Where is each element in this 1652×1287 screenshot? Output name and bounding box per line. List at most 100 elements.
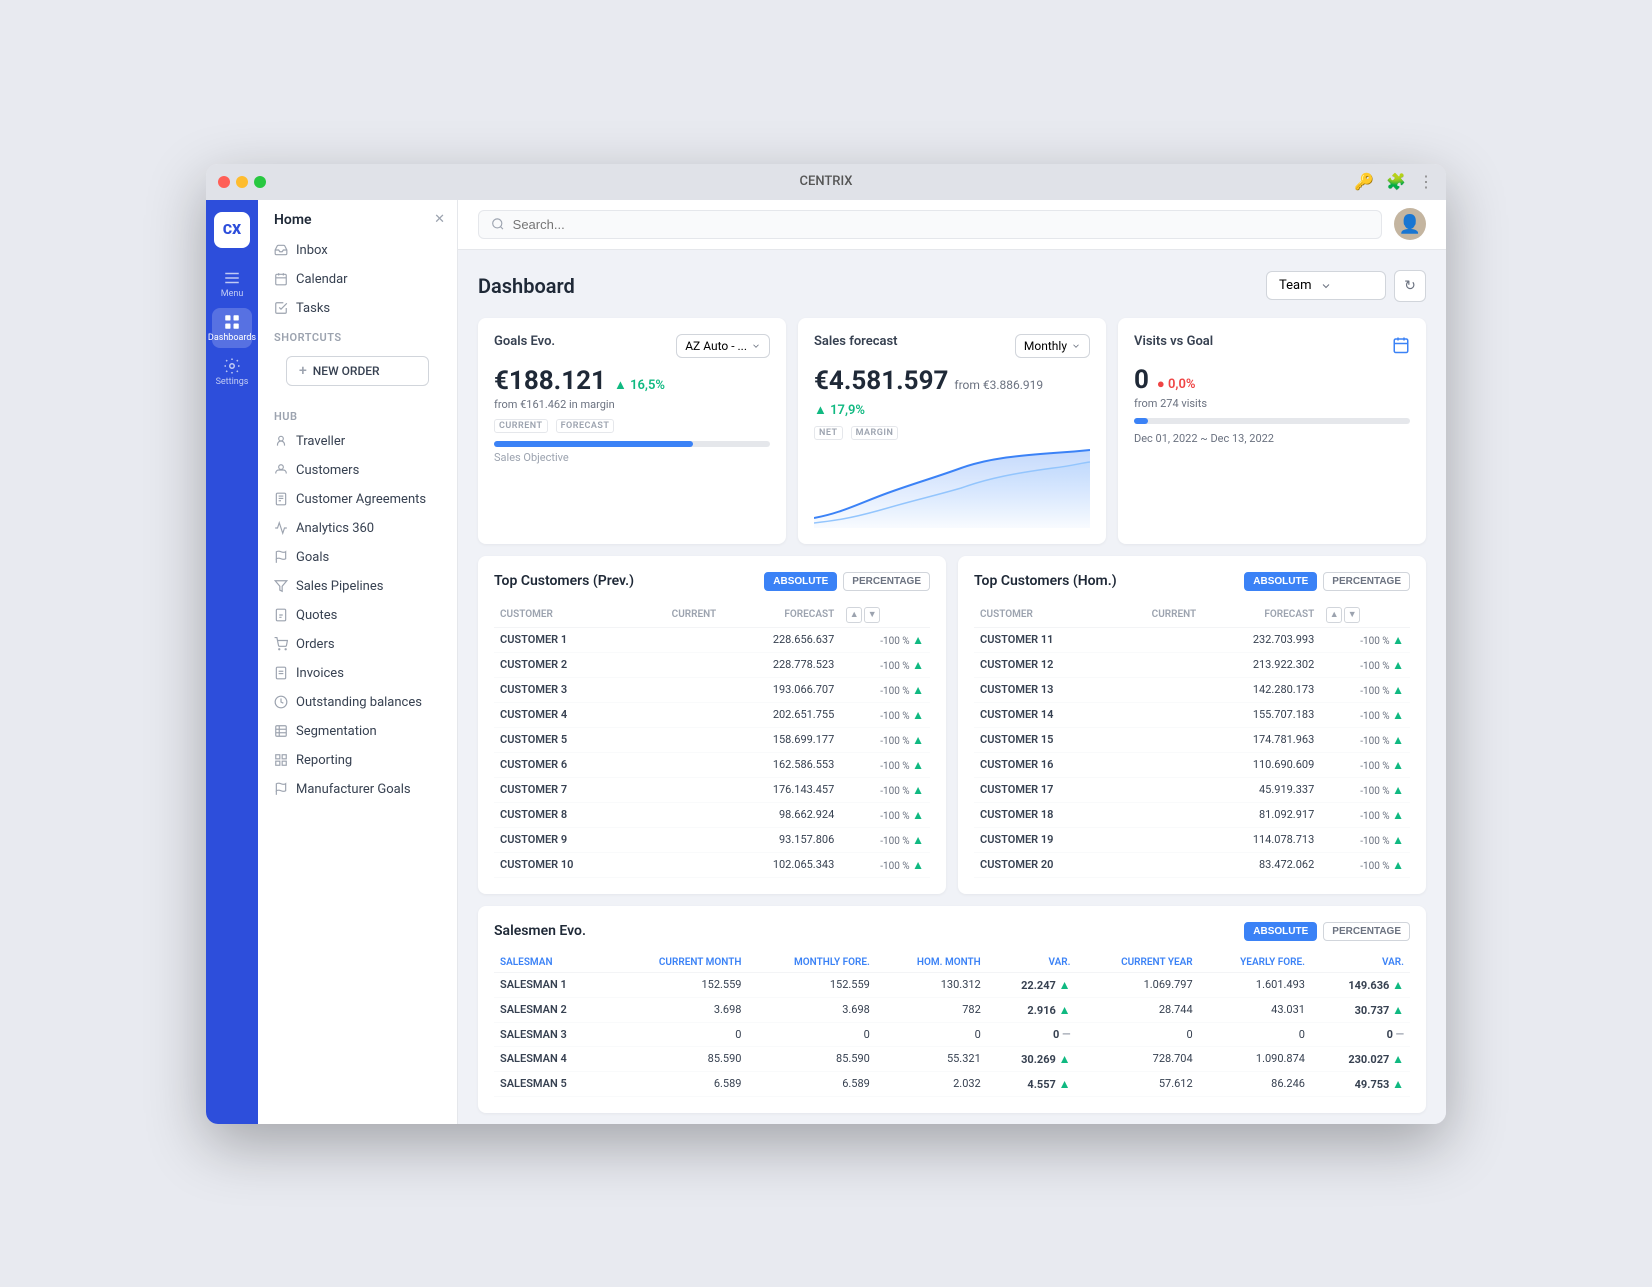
forecast-chevron-icon <box>1071 341 1081 351</box>
hom-sort-down-icon[interactable]: ▼ <box>1344 607 1360 623</box>
table-row: CUSTOMER 17 45.919.337 -100 % ▲ <box>974 777 1410 802</box>
minimize-button[interactable] <box>236 176 248 188</box>
refresh-button[interactable]: ↻ <box>1394 270 1426 302</box>
plus-icon: + <box>299 363 307 379</box>
maximize-button[interactable] <box>254 176 266 188</box>
app-logo[interactable]: CX <box>214 212 250 248</box>
window-controls[interactable] <box>218 176 266 188</box>
visits-main-value: 0 <box>1134 365 1149 395</box>
home-label: Home <box>270 212 434 228</box>
pct-val: -100 % ▲ <box>840 652 930 677</box>
outstanding-icon <box>274 695 288 709</box>
goals-progress-fill <box>494 441 693 447</box>
nav-item-reporting[interactable]: Reporting <box>258 746 457 775</box>
pct-val: -100 % ▲ <box>840 852 930 877</box>
nav-item-invoices[interactable]: Invoices <box>258 659 457 688</box>
titlebar: CENTRIX 🔑 🧩 ⋮ <box>206 164 1446 200</box>
top-hom-table: Customer CURRENT FORECAST ▲ ▼ <box>974 603 1410 878</box>
nav-item-sales-pipelines[interactable]: Sales Pipelines <box>258 572 457 601</box>
page-title: Dashboard <box>478 274 575 298</box>
customer-name: CUSTOMER 19 <box>974 827 1111 852</box>
top-prev-tbody: CUSTOMER 1 228.656.637 -100 % ▲ CUSTOMER… <box>494 627 930 877</box>
trend-icon: ▲ <box>912 733 924 747</box>
inbox-icon <box>274 243 288 257</box>
trend-icon: ▲ <box>1392 733 1404 747</box>
top-hom-absolute-btn[interactable]: ABSOLUTE <box>1244 572 1317 591</box>
pct-val: -100 % ▲ <box>840 777 930 802</box>
top-prev-percentage-btn[interactable]: PERCENTAGE <box>843 572 930 591</box>
monthly-fore-val: 0 <box>747 1022 875 1046</box>
visits-badge: ● 0,0% <box>1157 376 1196 392</box>
current-year-val: 28.744 <box>1076 997 1198 1022</box>
trend-icon: ▲ <box>1059 1077 1071 1091</box>
search-box[interactable] <box>478 210 1382 239</box>
forecast-val: 110.690.609 <box>1202 752 1320 777</box>
nav-pipelines-label: Sales Pipelines <box>296 579 383 594</box>
nav-item-orders[interactable]: Orders <box>258 630 457 659</box>
visits-progress-bar <box>1134 418 1410 424</box>
top-hom-percentage-btn[interactable]: PERCENTAGE <box>1323 572 1410 591</box>
sales-chart <box>814 448 1090 528</box>
table-row: CUSTOMER 9 93.157.806 -100 % ▲ <box>494 827 930 852</box>
close-button[interactable] <box>218 176 230 188</box>
flat-icon: — <box>1396 1028 1404 1041</box>
customers-icon <box>274 463 288 477</box>
visits-calendar-icon[interactable] <box>1392 336 1410 354</box>
hom-month-val: 782 <box>876 997 987 1022</box>
var2-val: 230.027 ▲ <box>1311 1046 1410 1071</box>
close-nav-button[interactable]: ✕ <box>434 212 445 228</box>
new-order-button[interactable]: + NEW ORDER <box>286 356 429 386</box>
top-prev-absolute-btn[interactable]: ABSOLUTE <box>764 572 837 591</box>
nav-item-outstanding[interactable]: Outstanding balances <box>258 688 457 717</box>
trend-icon: ▲ <box>912 783 924 797</box>
salesmen-absolute-btn[interactable]: ABSOLUTE <box>1244 922 1317 941</box>
sidebar-item-settings[interactable]: Settings <box>212 352 252 392</box>
goals-progress-bar <box>494 441 770 447</box>
nav-item-analytics[interactable]: Analytics 360 <box>258 514 457 543</box>
pct-val: -100 % ▲ <box>1320 827 1410 852</box>
nav-item-calendar[interactable]: Calendar <box>258 265 457 294</box>
table-row: CUSTOMER 12 213.922.302 -100 % ▲ <box>974 652 1410 677</box>
customer-name: CUSTOMER 7 <box>494 777 631 802</box>
forecast-dropdown[interactable]: Monthly <box>1015 334 1090 358</box>
forecast-val: 162.586.553 <box>722 752 840 777</box>
sort-down-icon[interactable]: ▼ <box>864 607 880 623</box>
team-dropdown[interactable]: Team <box>1266 271 1386 300</box>
sidebar-item-menu[interactable]: Menu <box>212 264 252 304</box>
col-monthly-fore: Monthly Fore. <box>747 953 875 973</box>
salesmen-table: Salesman Current month Monthly Fore. Hom… <box>494 953 1410 1097</box>
top-prev-header: Top Customers (Prev.) ABSOLUTE PERCENTAG… <box>494 572 930 591</box>
nav-item-mfg-goals[interactable]: Manufacturer Goals <box>258 775 457 804</box>
sidebar-item-dashboards[interactable]: Dashboards <box>212 308 252 348</box>
salesmen-evo-card: Salesmen Evo. ABSOLUTE PERCENTAGE Salesm… <box>478 906 1426 1113</box>
hom-month-val: 130.312 <box>876 972 987 997</box>
goals-dropdown[interactable]: AZ Auto - ... <box>676 334 770 358</box>
nav-item-quotes[interactable]: Quotes <box>258 601 457 630</box>
nav-item-segmentation[interactable]: Segmentation <box>258 717 457 746</box>
hom-sort-up-icon[interactable]: ▲ <box>1326 607 1342 623</box>
nav-item-inbox[interactable]: Inbox <box>258 236 457 265</box>
current-month-val: 85.590 <box>609 1046 747 1071</box>
forecast-val: 228.778.523 <box>722 652 840 677</box>
sidebar-settings-label: Settings <box>216 377 249 387</box>
nav-item-customers[interactable]: Customers <box>258 456 457 485</box>
nav-tasks-label: Tasks <box>296 301 330 316</box>
nav-agreements-label: Customer Agreements <box>296 492 426 507</box>
trend-icon: ▲ <box>912 808 924 822</box>
search-input[interactable] <box>513 217 1369 232</box>
forecast-label-margin: MARGIN <box>851 426 899 440</box>
salesmen-percentage-btn[interactable]: PERCENTAGE <box>1323 922 1410 941</box>
nav-item-agreements[interactable]: Customer Agreements <box>258 485 457 514</box>
goals-label-current: CURRENT <box>494 419 548 433</box>
sort-up-icon[interactable]: ▲ <box>846 607 862 623</box>
trend-icon: ▲ <box>1392 833 1404 847</box>
nav-item-goals[interactable]: Goals <box>258 543 457 572</box>
app-title: CENTRIX <box>800 174 853 189</box>
dashboard-header: Dashboard Team ↻ <box>478 270 1426 302</box>
salesmen-tbody: SALESMAN 1 152.559 152.559 130.312 22.24… <box>494 972 1410 1096</box>
table-row: CUSTOMER 16 110.690.609 -100 % ▲ <box>974 752 1410 777</box>
nav-item-traveller[interactable]: Traveller <box>258 427 457 456</box>
monthly-fore-val: 3.698 <box>747 997 875 1022</box>
nav-item-tasks[interactable]: Tasks <box>258 294 457 323</box>
pct-val: -100 % ▲ <box>840 752 930 777</box>
